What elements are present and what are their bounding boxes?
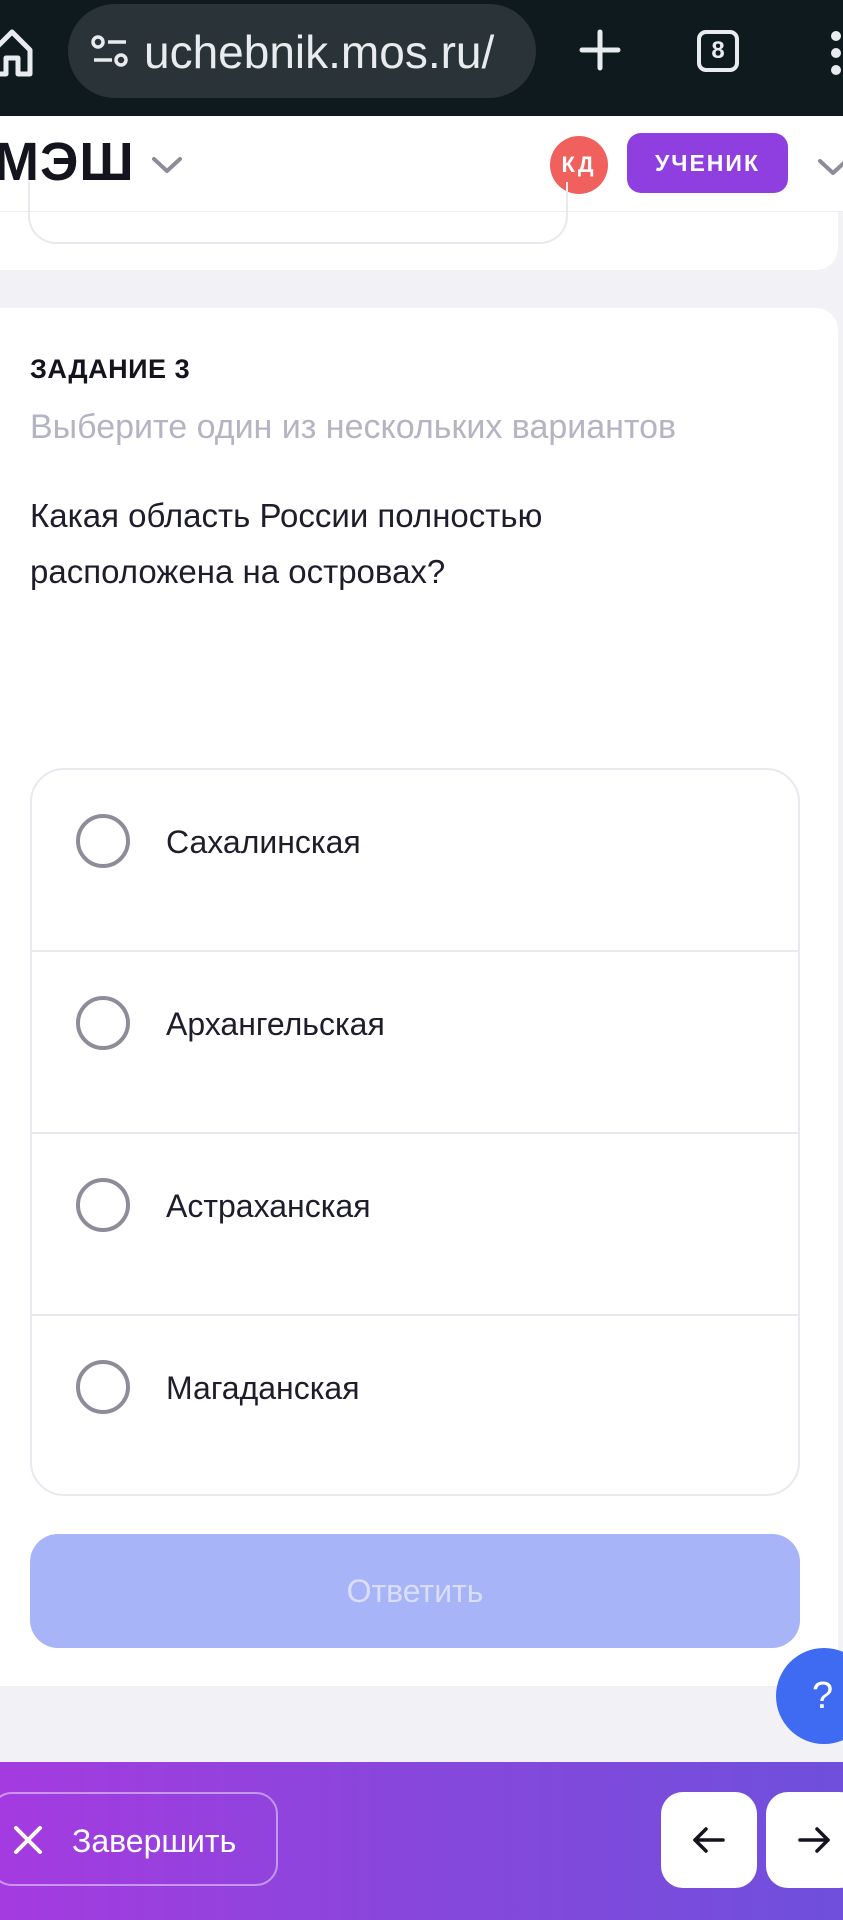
chevron-down-icon[interactable] [816,156,843,178]
arrow-right-icon [798,1827,830,1853]
radio-button[interactable] [76,1178,130,1232]
finish-button[interactable]: Завершить [0,1792,278,1886]
answer-option-label: Магаданская [166,1370,360,1406]
answer-option-label: Сахалинская [166,824,361,860]
site-settings-icon[interactable] [90,34,130,68]
arrow-left-icon [693,1827,725,1853]
close-icon [12,1824,44,1856]
answer-option[interactable]: Астраханская [32,1134,798,1316]
answer-option[interactable]: Сахалинская [32,770,798,952]
previous-answer-field [28,182,568,244]
task-question: Какая область России полностью расположе… [30,497,543,590]
tab-switcher-button[interactable]: 8 [697,30,739,72]
browser-toolbar: uchebnik.mos.ru/ 8 [0,0,843,116]
chevron-down-icon[interactable] [150,154,184,176]
next-task-button[interactable] [766,1792,843,1888]
radio-button[interactable] [76,1360,130,1414]
role-badge[interactable]: УЧЕНИК [627,133,788,193]
task-title: ЗАДАНИЕ 3 [30,354,191,384]
previous-task-card [0,182,838,270]
url-text: uchebnik.mos.ru/ [144,26,495,78]
answer-options: Сахалинская Архангельская Астраханская М… [30,768,800,1496]
answer-button[interactable]: Ответить [30,1534,800,1648]
answer-option[interactable]: Магаданская [32,1316,798,1494]
address-bar[interactable]: uchebnik.mos.ru/ [68,4,536,98]
radio-button[interactable] [76,814,130,868]
task-card: ЗАДАНИЕ 3 Выберите один из нескольких ва… [0,308,838,1686]
finish-label: Завершить [72,1823,237,1859]
radio-button[interactable] [76,996,130,1050]
new-tab-icon[interactable] [578,28,622,72]
more-menu-icon[interactable] [826,28,843,78]
answer-option-label: Архангельская [166,1006,385,1042]
task-hint: Выберите один из нескольких вариантов [30,408,677,446]
bottom-action-bar: Завершить [0,1762,843,1920]
home-icon[interactable] [0,24,34,80]
previous-task-button[interactable] [661,1792,757,1888]
answer-option[interactable]: Архангельская [32,952,798,1134]
answer-option-label: Астраханская [166,1188,371,1224]
